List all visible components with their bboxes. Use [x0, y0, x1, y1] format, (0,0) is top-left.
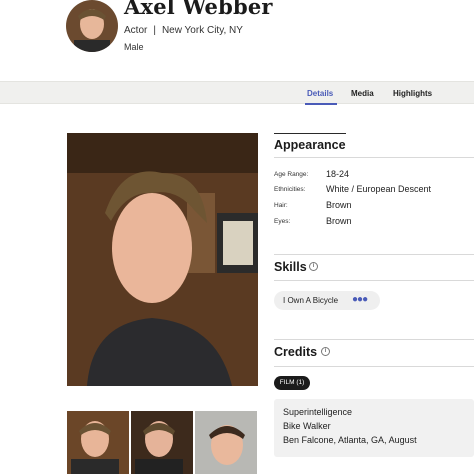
skills-info-icon[interactable]: i — [309, 262, 318, 271]
profile-location: New York City, NY — [161, 25, 243, 36]
appearance-divider — [274, 157, 474, 158]
profile-role: Actor — [124, 25, 148, 36]
age-range-label: Age Range: — [274, 171, 309, 178]
profile-name: Axel Webber — [124, 0, 273, 19]
active-tab-indicator — [305, 103, 337, 105]
credit-title: Superintelligence — [283, 407, 353, 417]
credit-card[interactable]: Superintelligence Bike Walker Ben Falcon… — [274, 399, 474, 457]
eyes-label: Eyes: — [274, 218, 291, 225]
credits-info-icon[interactable]: i — [321, 347, 330, 356]
credits-title: Credits — [274, 345, 318, 359]
skills-title: Skills — [274, 260, 307, 274]
profile-meta: Actor | New York City, NY — [124, 25, 243, 36]
main-headshot[interactable] — [67, 133, 258, 386]
meta-separator: | — [153, 25, 156, 36]
tab-media[interactable]: Media — [351, 89, 374, 98]
skill-tag[interactable]: I Own A Bicycle ●●● — [274, 291, 380, 310]
eyes-value: Brown — [326, 216, 352, 226]
tab-details[interactable]: Details — [307, 89, 333, 98]
appearance-title: Appearance — [274, 138, 346, 152]
age-range-value: 18-24 — [326, 169, 350, 179]
ethnicities-value: White / European Descent — [326, 184, 432, 194]
skills-divider — [274, 280, 474, 281]
thumbnail-2[interactable] — [131, 411, 193, 474]
ethnicities-label: Ethnicities: — [274, 186, 306, 193]
profile-tabbar: Details Media Highlights — [0, 81, 474, 105]
credit-details: Ben Falcone, Atlanta, GA, August — [283, 435, 417, 445]
thumbnail-3[interactable] — [195, 411, 257, 474]
hair-label: Hair: — [274, 202, 288, 209]
hair-value: Brown — [326, 200, 352, 210]
thumbnail-1[interactable] — [67, 411, 129, 474]
credits-divider — [274, 366, 474, 367]
film-filter-chip[interactable]: FILM (1) — [274, 376, 310, 390]
appearance-rule — [274, 133, 346, 134]
profile-gender: Male — [124, 42, 144, 52]
credits-rule — [274, 339, 474, 340]
more-dots-icon[interactable]: ●●● — [352, 294, 368, 305]
skills-rule — [274, 254, 474, 255]
tab-highlights[interactable]: Highlights — [393, 89, 432, 98]
credit-role: Bike Walker — [283, 421, 331, 431]
skill-label: I Own A Bicycle — [283, 296, 339, 305]
profile-avatar[interactable] — [66, 0, 118, 52]
